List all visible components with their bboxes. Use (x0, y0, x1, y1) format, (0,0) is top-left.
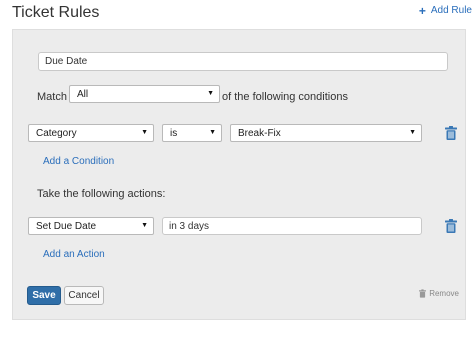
remove-rule-button[interactable]: Remove (419, 289, 459, 298)
rule-panel: Due Date Match All ▼ of the following co… (12, 29, 466, 320)
remove-label: Remove (429, 289, 459, 298)
chevron-down-icon: ▼ (141, 129, 148, 136)
condition-operator-value: is (170, 127, 178, 139)
add-condition-link[interactable]: Add a Condition (43, 156, 114, 167)
chevron-down-icon: ▼ (141, 222, 148, 229)
rule-name-input[interactable]: Due Date (38, 52, 448, 71)
add-rule-label: Add Rule (430, 5, 472, 16)
match-select-value: All (77, 88, 89, 100)
plus-icon: + (418, 3, 426, 18)
chevron-down-icon: ▼ (209, 129, 216, 136)
actions-heading: Take the following actions: (37, 188, 166, 200)
action-value-input[interactable]: in 3 days (162, 217, 422, 235)
condition-field-select[interactable]: Category ▼ (28, 124, 154, 142)
rule-name-value: Due Date (45, 56, 88, 67)
page-title: Ticket Rules (12, 4, 100, 21)
condition-field-value: Category (36, 127, 77, 139)
trash-icon[interactable] (445, 126, 457, 140)
condition-operator-select[interactable]: is ▼ (162, 124, 222, 142)
trash-icon[interactable] (445, 219, 457, 233)
condition-value-select[interactable]: Break-Fix ▼ (230, 124, 422, 142)
match-suffix: of the following conditions (222, 91, 348, 103)
match-label: Match (37, 91, 67, 103)
save-button[interactable]: Save (27, 286, 61, 305)
add-action-link[interactable]: Add an Action (43, 249, 105, 260)
action-type-select[interactable]: Set Due Date ▼ (28, 217, 154, 235)
action-type-value: Set Due Date (36, 220, 97, 232)
add-rule-button[interactable]: + Add Rule (418, 3, 472, 18)
chevron-down-icon: ▼ (409, 129, 416, 136)
cancel-button[interactable]: Cancel (64, 286, 104, 305)
chevron-down-icon: ▼ (207, 90, 214, 97)
match-select[interactable]: All ▼ (69, 85, 220, 103)
condition-value-value: Break-Fix (238, 127, 281, 139)
trash-icon (419, 289, 427, 298)
action-value-text: in 3 days (169, 220, 210, 232)
